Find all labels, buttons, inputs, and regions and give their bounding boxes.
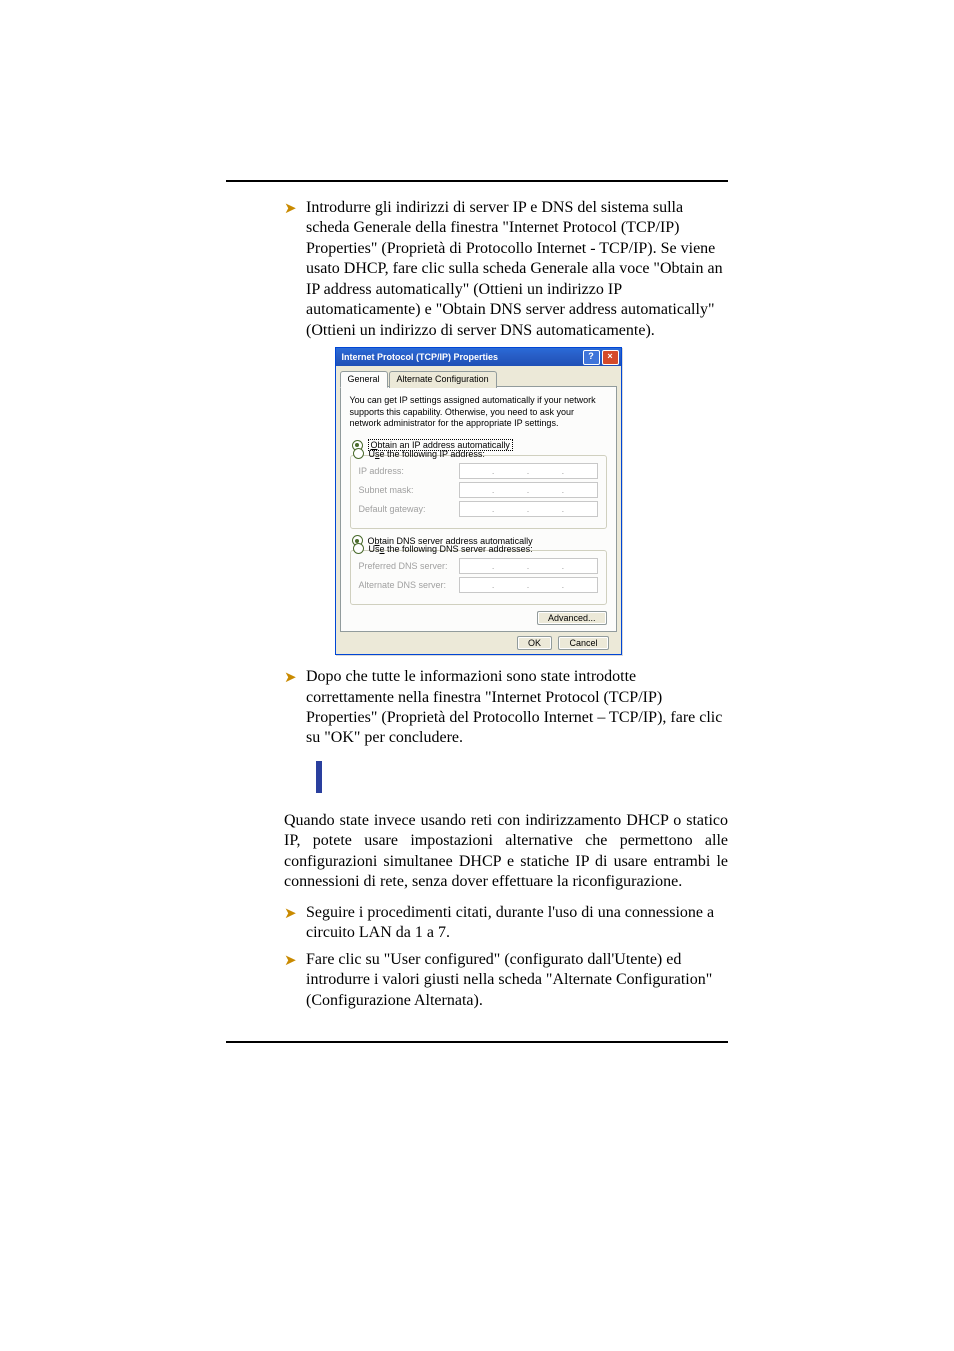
default-gateway-input: ... [459,501,598,517]
ip-address-input: ... [459,463,598,479]
tcpip-properties-dialog: Internet Protocol (TCP/IP) Properties ? … [335,347,622,655]
label-ip-address: IP address: [359,466,459,476]
radio-use-ip-label: Use the following IP address: [369,449,485,459]
close-icon[interactable]: × [602,350,619,365]
dialog-title-text: Internet Protocol (TCP/IP) Properties [342,352,499,362]
bullet-text-4: Fare clic su "User configured" (configur… [306,950,728,1011]
label-alternate-dns: Alternate DNS server: [359,580,459,590]
label-preferred-dns: Preferred DNS server: [359,561,459,571]
top-divider [226,180,728,182]
bullet-arrow-icon: ➤ [284,667,306,688]
tab-general[interactable]: General [340,371,388,388]
bullet-arrow-icon: ➤ [284,903,306,924]
label-subnet-mask: Subnet mask: [359,485,459,495]
advanced-button[interactable]: Advanced... [537,611,607,625]
cancel-button[interactable]: Cancel [558,636,608,650]
use-dns-fieldset: Use the following DNS server addresses: … [350,550,607,605]
ok-button[interactable]: OK [517,636,552,650]
bullet-text-2: Dopo che tutte le informazioni sono stat… [306,667,728,749]
bullet-arrow-icon: ➤ [284,198,306,219]
subnet-mask-input: ... [459,482,598,498]
alternate-dns-input: ... [459,577,598,593]
dialog-titlebar[interactable]: Internet Protocol (TCP/IP) Properties ? … [336,348,621,366]
preferred-dns-input: ... [459,558,598,574]
decorative-divider [316,761,728,793]
use-ip-fieldset: Use the following IP address: IP address… [350,455,607,529]
label-default-gateway: Default gateway: [359,504,459,514]
bullet-text-3: Seguire i procedimenti citati, durante l… [306,903,728,944]
dialog-intro-text: You can get IP settings assigned automat… [350,395,607,429]
body-paragraph-1: Quando state invece usando reti con indi… [284,811,728,893]
bottom-divider [226,1041,728,1043]
help-icon[interactable]: ? [583,350,600,365]
tab-alternate-configuration[interactable]: Alternate Configuration [389,371,497,388]
radio-use-dns-label: Use the following DNS server addresses: [369,544,533,554]
bullet-text-1: Introdurre gli indirizzi di server IP e … [306,198,728,341]
radio-use-ip[interactable]: Use the following IP address: [353,448,598,459]
radio-use-dns[interactable]: Use the following DNS server addresses: [353,543,598,554]
bullet-arrow-icon: ➤ [284,950,306,971]
